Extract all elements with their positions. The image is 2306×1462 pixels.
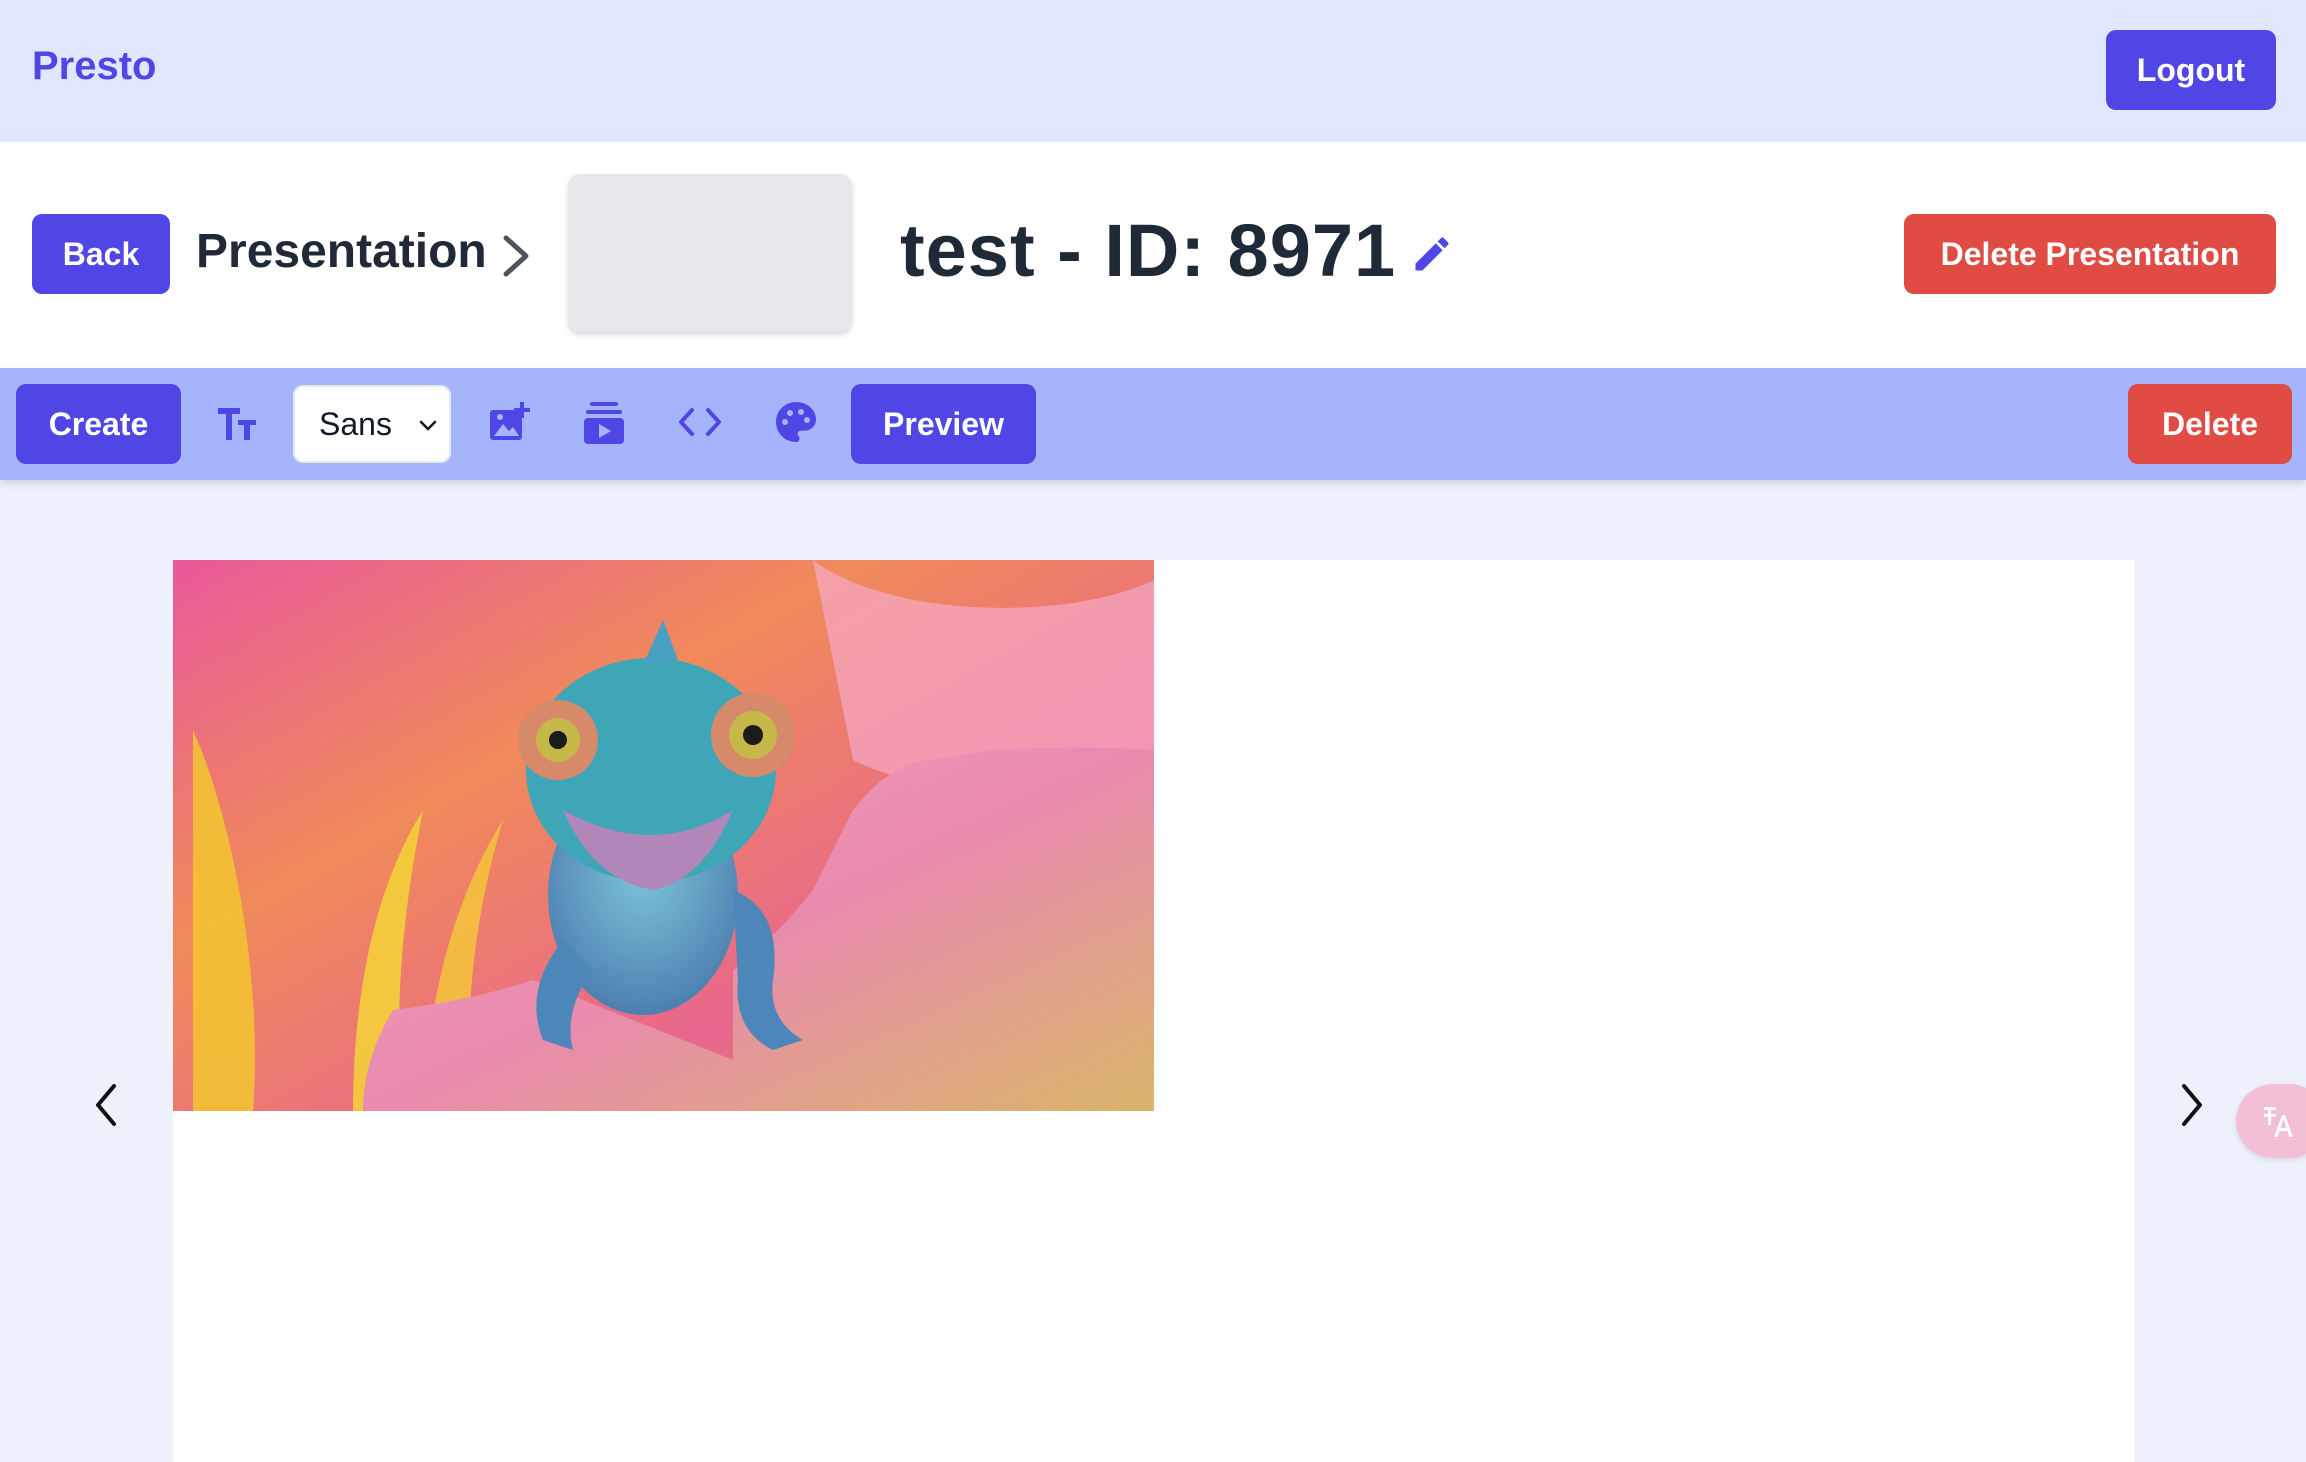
text-size-icon[interactable] (214, 400, 260, 446)
brand-logo: Presto (32, 44, 157, 88)
logout-button[interactable]: Logout (2106, 30, 2276, 110)
presentation-thumbnail[interactable] (568, 174, 852, 332)
chevron-down-icon (419, 420, 437, 431)
preview-button[interactable]: Preview (851, 384, 1036, 464)
presentation-title: test - ID: 8971 (900, 209, 1397, 292)
previous-slide-arrow-icon[interactable] (90, 1080, 122, 1130)
code-icon[interactable] (678, 400, 722, 444)
translate-floating-button[interactable] (2236, 1084, 2306, 1158)
next-slide-arrow-icon[interactable] (2176, 1080, 2208, 1130)
slide-image-graphic (173, 560, 1154, 1111)
add-image-icon[interactable] (488, 400, 532, 444)
delete-presentation-button[interactable]: Delete Presentation (1904, 214, 2276, 294)
slide-canvas[interactable] (173, 560, 2135, 1462)
palette-icon[interactable] (774, 400, 818, 444)
breadcrumb: Presentation (196, 225, 487, 278)
add-video-icon[interactable] (582, 400, 626, 446)
font-select-value: Sans (319, 405, 392, 442)
editor-toolbar: Create Sans Preview Delete (0, 368, 2306, 480)
chevron-right-icon (503, 235, 529, 277)
top-nav-bar: Presto Logout (0, 0, 2306, 142)
presentation-header: Back Presentation test - ID: 8971 Delete… (0, 142, 2306, 368)
translate-icon (2264, 1107, 2293, 1137)
create-slide-button[interactable]: Create (16, 384, 181, 464)
font-family-select[interactable]: Sans (293, 385, 451, 463)
back-button[interactable]: Back (32, 214, 170, 294)
edit-pencil-icon[interactable] (1410, 232, 1454, 276)
chameleon-on-flower-image[interactable] (173, 560, 1154, 1111)
delete-slide-button[interactable]: Delete (2128, 384, 2292, 464)
